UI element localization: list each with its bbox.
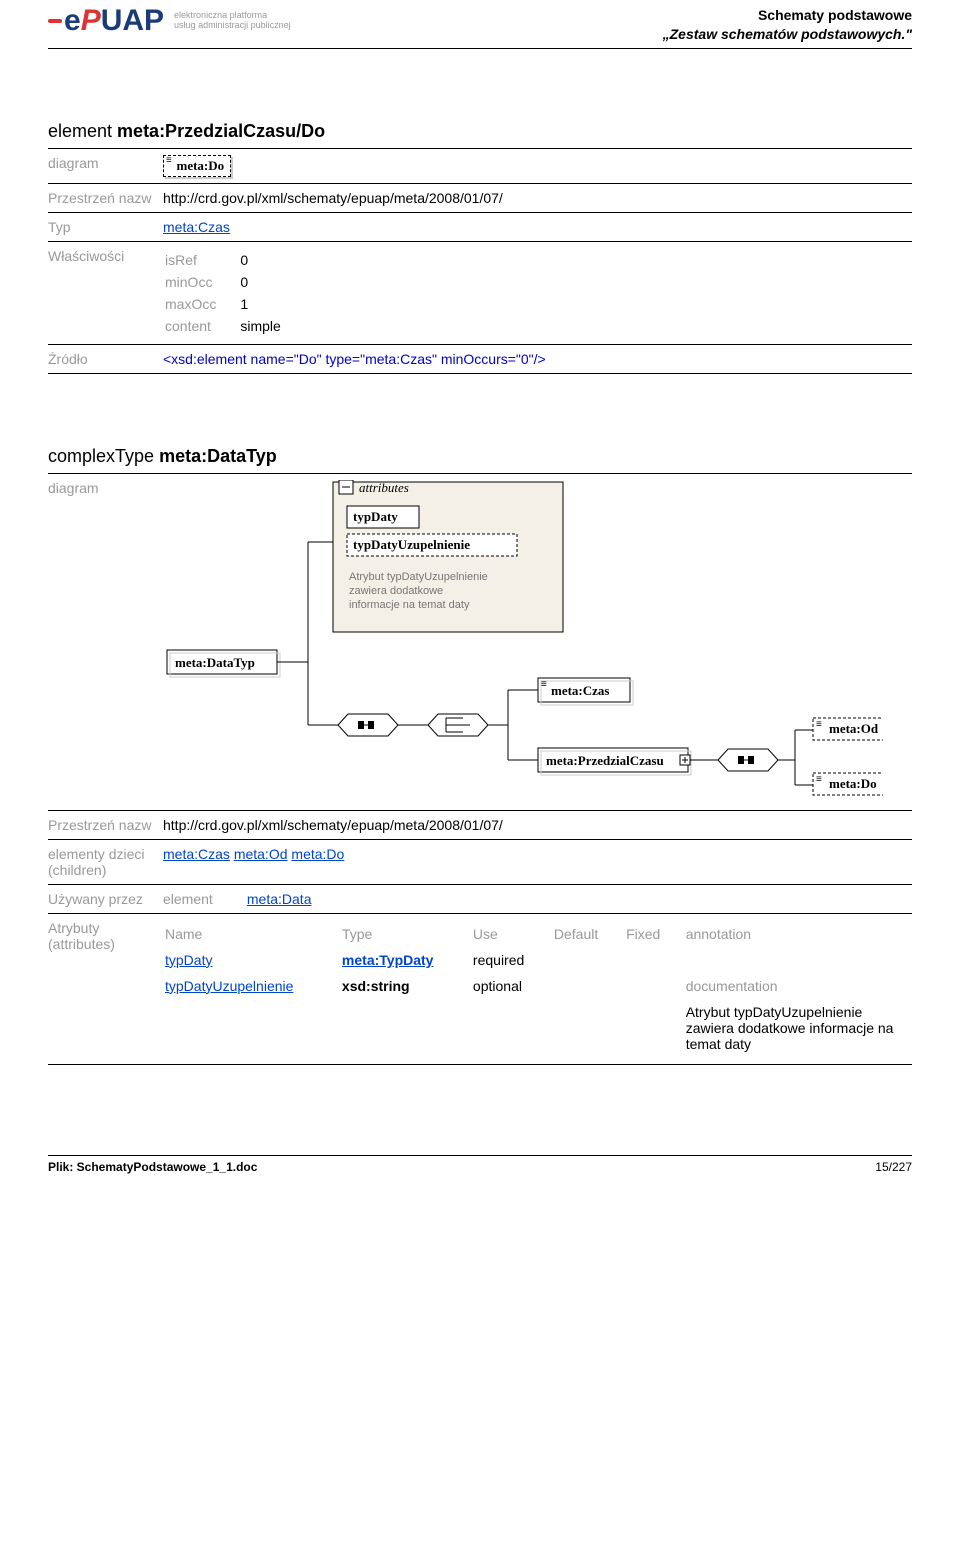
child-link-czas[interactable]: meta:Czas [163,846,230,862]
child-link-od[interactable]: meta:Od [234,846,288,862]
attr1-fixed [626,948,684,972]
th-use: Use [473,922,552,946]
prop-isref: 0 [240,250,302,270]
attr-doc-row: Atrybut typDatyUzupelnienie zawiera doda… [165,1000,910,1056]
section1-title: element meta:PrzedzialCzasu/Do [48,121,912,142]
footer-file: Plik: SchematyPodstawowe_1_1.doc [48,1160,257,1174]
attr1-name[interactable]: typDaty [165,952,212,968]
svg-text:≡: ≡ [541,679,547,690]
svg-text:meta:Czas: meta:Czas [551,683,609,698]
props-label: Właściwości [48,242,163,344]
child-link-do[interactable]: meta:Do [291,846,344,862]
diagram-cell-2: meta:DataTyp attributes typDaty typDatyU… [163,474,912,810]
page-footer: Plik: SchematyPodstawowe_1_1.doc 15/227 [48,1155,912,1174]
attr2-fixed [626,974,684,998]
attr1-annotation [686,948,910,972]
ns2-value: http://crd.gov.pl/xml/schematy/epuap/met… [163,811,912,839]
attr-row-1: typDaty meta:TypDaty required [165,948,910,972]
src-value: <xsd:element name="Do" type="meta:Czas" … [163,345,912,373]
section2-prefix: complexType [48,446,159,466]
diag-box-label: meta:Do [177,158,225,173]
section2-name: meta:DataTyp [159,446,277,466]
section2-title: complexType meta:DataTyp [48,446,912,467]
logo-subtitle-l2: usług administracji publicznej [174,21,291,31]
attr2-use: optional [473,974,552,998]
logo: ePUAP elektroniczna platforma usług admi… [48,4,291,38]
attr2-default [554,974,624,998]
svg-text:≡: ≡ [816,774,822,785]
children-label: elementy dzieci (children) [48,840,163,884]
section1-prefix: element [48,121,117,141]
src-label: Źródło [48,345,163,373]
prop-maxocc: 1 [240,294,302,314]
svg-text:meta:DataTyp: meta:DataTyp [175,655,255,670]
attr1-default [554,948,624,972]
diagram-cell-1: ≡ meta:Do [163,149,912,183]
section1-name: meta:PrzedzialCzasu/Do [117,121,325,141]
attr-header-row: Name Type Use Default Fixed annotation [165,922,910,946]
attr2-type: xsd:string [342,978,410,994]
children-value: meta:Czas meta:Od meta:Do [163,840,912,884]
prop-content: simple [240,316,302,336]
diagram2-label: diagram [48,474,163,810]
th-fixed: Fixed [626,922,684,946]
attr-row-2: typDatyUzupelnienie xsd:string optional … [165,974,910,998]
attr2-annotation: documentation [686,974,910,998]
svg-text:zawiera dodatkowe: zawiera dodatkowe [349,585,443,597]
svg-text:typDatyUzupelnienie: typDatyUzupelnienie [353,537,470,552]
diag-box-meta-do: ≡ meta:Do [163,155,231,177]
attributes-table: Name Type Use Default Fixed annotation t… [163,920,912,1058]
svg-text:attributes: attributes [359,480,409,495]
complex-diagram-svg: meta:DataTyp attributes typDaty typDatyU… [163,480,883,800]
footer-page: 15/227 [875,1160,912,1174]
svg-text:typDaty: typDaty [353,509,398,524]
svg-text:meta:Od: meta:Od [829,721,879,736]
diagram-label: diagram [48,149,163,183]
usedby-kind: element [163,891,243,907]
svg-text:meta:Do: meta:Do [829,776,877,791]
attr1-use: required [473,948,552,972]
attr-doc-note: Atrybut typDatyUzupelnienie zawiera doda… [686,1000,910,1056]
ns-label: Przestrzeń nazw [48,184,163,212]
th-type: Type [342,922,471,946]
attr1-type[interactable]: meta:TypDaty [342,952,434,968]
header-title-l1: Schematy podstawowe [663,6,912,25]
svg-text:Atrybut typDatyUzupelnienie: Atrybut typDatyUzupelnienie [349,571,488,583]
page-header: ePUAP elektroniczna platforma usług admi… [48,0,912,49]
prop-minocc: 0 [240,272,302,292]
usedby-label: Używany przez [48,885,163,913]
ns2-label: Przestrzeń nazw [48,811,163,839]
usedby-link[interactable]: meta:Data [247,891,312,907]
th-name: Name [165,922,340,946]
header-title-l2: „Zestaw schematów podstawowych." [663,25,912,44]
svg-text:≡: ≡ [816,719,822,730]
attr2-name[interactable]: typDatyUzupelnienie [165,978,293,994]
typ-link[interactable]: meta:Czas [163,219,230,235]
th-default: Default [554,922,624,946]
svg-text:informacje na temat daty: informacje na temat daty [349,599,470,611]
th-annotation: annotation [686,922,910,946]
ns-value: http://crd.gov.pl/xml/schematy/epuap/met… [163,184,912,212]
props-table: isRef0 minOcc0 maxOcc1 contentsimple [163,248,305,338]
attrs-label: Atrybuty (attributes) [48,914,163,1064]
svg-text:meta:PrzedzialCzasu: meta:PrzedzialCzasu [546,753,664,768]
typ-label: Typ [48,213,163,241]
